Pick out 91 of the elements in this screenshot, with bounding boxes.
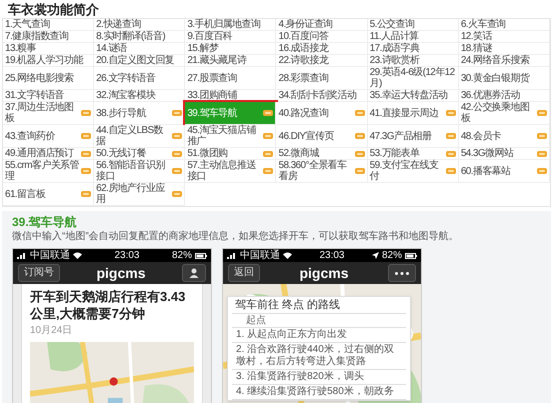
feature-link[interactable]: 44.自定义LBS数据 <box>94 125 186 148</box>
feature-link[interactable]: 37.周边生活地图板 <box>3 102 94 125</box>
feature-link[interactable]: 54.3G微网站 <box>458 148 550 160</box>
feature-link[interactable]: 48.会员卡 <box>458 125 550 148</box>
feature-link[interactable]: 51.微团购 <box>185 148 276 160</box>
feature-link[interactable]: 24.网络音乐搜索 <box>458 55 550 67</box>
feature-link[interactable]: 17.成语字典 <box>368 43 459 55</box>
route-step: 4. 继续沿集贤路行驶580米，朝政务 <box>232 385 406 400</box>
feature-link[interactable]: 11.人品计算 <box>368 31 459 43</box>
feature-link[interactable]: 2.快递查询 <box>94 19 186 31</box>
feature-link[interactable]: 32.淘宝客模块 <box>94 90 186 102</box>
feature-link[interactable]: 36.优惠券活动 <box>458 90 550 102</box>
signal-icon <box>17 252 27 259</box>
section-description: 微信中输入“地图”会自动回复配置的商家地理信息，如果您选择开车，可以获取驾车路书和地图导航。 <box>12 231 460 243</box>
feature-link[interactable]: 52.微商城 <box>276 148 368 160</box>
feature-link[interactable]: 18.猜谜 <box>458 43 550 55</box>
page-title: 车衣裳功能简介 <box>7 1 100 18</box>
back-button[interactable]: 返回 <box>228 264 260 282</box>
battery-percent: 82% <box>172 249 192 262</box>
feature-link[interactable]: 43.查询药价 <box>3 125 94 148</box>
feature-link[interactable]: 20.自定义图文回复 <box>94 55 186 67</box>
feature-link[interactable]: 9.百度百科 <box>185 31 276 43</box>
carrier-name: 中国联通 <box>30 249 70 262</box>
battery-icon <box>194 252 207 258</box>
back-button[interactable]: 订阅号 <box>18 264 60 282</box>
nav-title: pigcms <box>299 264 348 283</box>
feature-link[interactable]: 3.手机归属地查询 <box>185 19 276 31</box>
feature-link[interactable]: 15.解梦 <box>185 43 276 55</box>
feature-link[interactable]: 19.机器人学习功能 <box>3 55 94 67</box>
feature-link[interactable]: 57.主动信息推送接口 <box>185 160 276 183</box>
feature-link[interactable]: 47.3G产品相册 <box>368 125 459 148</box>
wifi-icon <box>73 252 82 259</box>
feature-link[interactable]: 23.诗歌赏析 <box>368 55 459 67</box>
feature-link[interactable]: 27.股票查询 <box>185 67 276 90</box>
feature-link[interactable]: 35.幸运大转盘活动 <box>368 90 459 102</box>
signal-icon <box>227 252 237 259</box>
more-button[interactable] <box>388 264 416 282</box>
feature-link[interactable]: 60.播客幕站 <box>458 160 550 183</box>
feature-link[interactable]: 46.DIY宣传页 <box>276 125 368 148</box>
route-step: 3. 沿集贤路行驶820米，调头 <box>232 370 406 385</box>
feature-link[interactable]: 41.直接显示周边 <box>368 102 459 125</box>
feature-link[interactable]: 62.房地产行业应用 <box>94 183 186 206</box>
feature-link[interactable]: 6.火车查询 <box>458 19 550 31</box>
route-step: 1. 从起点向正东方向出发 <box>232 328 406 343</box>
feature-link[interactable]: 12.笑话 <box>458 31 550 43</box>
battery-percent: 82% <box>382 249 402 262</box>
feature-link[interactable]: 14.谜语 <box>94 43 186 55</box>
feature-link[interactable]: 16.成语接龙 <box>276 43 368 55</box>
feature-link[interactable]: 45.淘宝天猫店铺推广 <box>185 125 276 148</box>
route-title: 驾车前往 终点 的路线 <box>232 297 406 314</box>
battery-icon <box>404 252 417 258</box>
feature-link[interactable]: 59.支付宝在线支付 <box>368 160 459 183</box>
feature-link[interactable]: 61.留言板 <box>3 183 94 206</box>
feature-link[interactable]: 49.通用酒店预订 <box>3 148 94 160</box>
feature-link[interactable]: 31.文字转语音 <box>3 90 94 102</box>
profile-button[interactable] <box>182 264 206 282</box>
feature-link[interactable]: 5.公交查询 <box>368 19 459 31</box>
feature-link[interactable]: 58.360°全景看车看房 <box>276 160 368 183</box>
feature-link[interactable]: 40.路况查询 <box>276 102 368 125</box>
article-headline: 开车到天鹅湖店行程有3.43公里,大概需要7分钟 <box>30 288 186 322</box>
feature-link[interactable]: 7.健康指数查询 <box>3 31 94 43</box>
feature-link[interactable]: 1.天气查询 <box>3 19 94 31</box>
user-icon <box>188 268 199 278</box>
feature-link[interactable]: 53.万能表单 <box>368 148 459 160</box>
feature-link[interactable]: 8.实时翻译(语音) <box>94 31 186 43</box>
feature-link[interactable]: 26.文字转语音 <box>94 67 186 90</box>
route-step: 2. 沿合欢路行驶440米，过右侧的双墩村，右后方转弯进入集贤路 <box>232 343 406 370</box>
feature-link[interactable]: 13.糗事 <box>3 43 94 55</box>
status-time: 23:03 <box>319 249 344 262</box>
feature-link[interactable]: 29.英语4-6级(12年12月) <box>368 67 459 90</box>
feature-link[interactable]: 42.公交换乘地图板 <box>458 102 550 125</box>
feature-link[interactable]: 34.刮刮卡刮奖活动 <box>276 90 368 102</box>
feature-link[interactable]: 22.诗歌接龙 <box>276 55 368 67</box>
article-date: 10月24日 <box>30 325 74 337</box>
status-time: 23:03 <box>114 249 140 262</box>
route-start: 起点 <box>232 314 406 328</box>
feature-link[interactable]: 4.身份证查询 <box>276 19 368 31</box>
feature-link[interactable]: 56.智能语音识别接口 <box>94 160 186 183</box>
section-heading: 39.驾车导航 <box>12 215 78 229</box>
feature-link[interactable]: 25.网络电影搜索 <box>3 67 94 90</box>
feature-link[interactable]: 55.crm客户关系管理 <box>3 160 94 183</box>
location-arrow-icon <box>372 252 379 259</box>
feature-link[interactable]: 28.彩票查询 <box>276 67 368 90</box>
feature-link[interactable]: 30.黄金白银期货 <box>458 67 550 90</box>
nav-title: pigcms <box>96 264 146 283</box>
feature-link[interactable]: 10.百度问答 <box>276 31 368 43</box>
feature-link[interactable]: 50.无线订餐 <box>94 148 186 160</box>
more-icon <box>394 272 409 274</box>
carrier-name: 中国联通 <box>240 249 280 262</box>
feature-link[interactable]: 21.藏头藏尾诗 <box>185 55 276 67</box>
wifi-icon <box>283 252 292 259</box>
